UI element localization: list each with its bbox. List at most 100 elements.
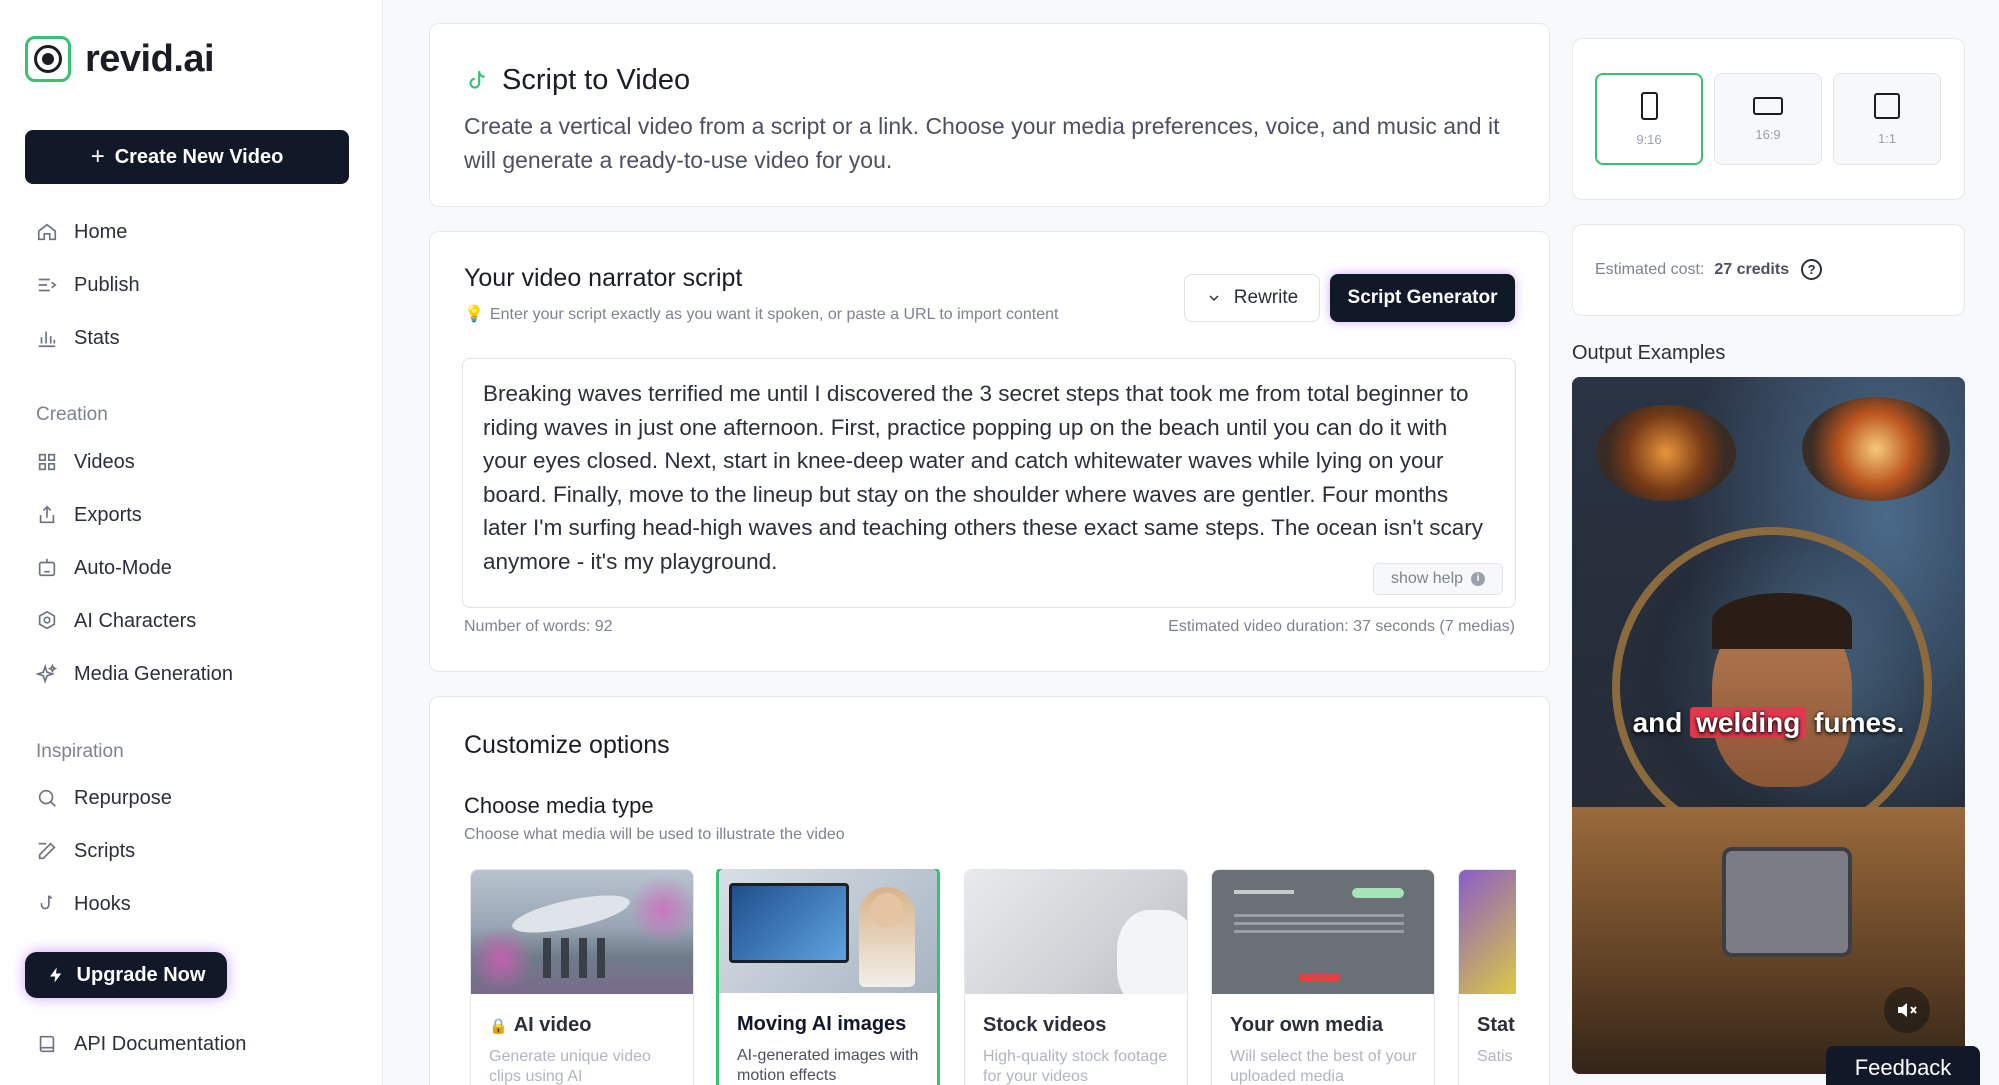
sidebar-item-label: Videos <box>74 450 135 473</box>
aspect-ratio-label: 16:9 <box>1755 126 1781 142</box>
help-icon[interactable]: ? <box>1801 259 1823 280</box>
section-label-creation: Creation <box>36 404 108 425</box>
estimated-cost-label: Estimated cost: <box>1595 260 1705 278</box>
sparkles-icon <box>36 663 58 685</box>
sidebar-item-scripts[interactable]: Scripts <box>36 836 135 866</box>
media-option-name: Stati <box>1477 1014 1516 1036</box>
media-option-desc: Will select the best of your uploaded me… <box>1230 1048 1417 1085</box>
square-icon <box>1874 92 1900 119</box>
info-icon: i <box>1471 572 1486 586</box>
estimated-cost-card: Estimated cost: 27 credits ? <box>1572 224 1965 316</box>
brand[interactable]: revid.ai <box>25 36 215 82</box>
create-new-video-label: Create New Video <box>114 145 284 168</box>
media-option-your-own-media[interactable]: Your own media Will select the best of y… <box>1211 869 1435 1085</box>
grid-icon <box>36 451 58 473</box>
tiktok-icon <box>469 70 485 89</box>
edit-icon <box>36 840 58 862</box>
sidebar-item-label: Exports <box>74 503 142 526</box>
sidebar-item-api-documentation[interactable]: API Documentation <box>36 1029 246 1059</box>
media-option-desc: Generate unique video clips using AI <box>489 1048 651 1085</box>
intro-card: Script to Video Create a vertical video … <box>429 23 1550 207</box>
sidebar-item-auto-mode[interactable]: Auto-Mode <box>36 553 172 583</box>
output-example-video[interactable]: and welding fumes. <box>1572 377 1965 1074</box>
script-hint-text: Enter your script exactly as you want it… <box>489 306 1059 323</box>
script-textarea[interactable]: Breaking waves terrified me until I disc… <box>462 358 1516 608</box>
sidebar-item-label: Media Generation <box>74 662 233 685</box>
landscape-icon <box>1753 96 1783 115</box>
lightbulb-icon: 💡 <box>464 306 484 323</box>
aspect-ratio-label: 9:16 <box>1636 131 1662 147</box>
sidebar-item-label: AI Characters <box>74 609 197 632</box>
astronaut-hair <box>1712 593 1852 649</box>
sidebar-item-label: Publish <box>74 273 140 296</box>
estimated-cost: Estimated cost: 27 credits ? <box>1595 259 1823 280</box>
section-label-inspiration: Inspiration <box>36 741 124 762</box>
aspect-ratio-label: 1:1 <box>1877 130 1897 146</box>
output-examples-label: Output Examples <box>1572 342 1726 364</box>
mute-button[interactable] <box>1884 987 1930 1033</box>
chevron-down-icon <box>1209 295 1219 302</box>
rewrite-button[interactable]: Rewrite <box>1184 274 1320 322</box>
ai-video-thumbnail <box>471 870 693 994</box>
aspect-ratio-1-1-button[interactable]: 1:1 <box>1833 73 1941 165</box>
sidebar-item-label: Home <box>74 220 128 243</box>
create-new-video-button[interactable]: + Create New Video <box>25 130 349 184</box>
stats-icon <box>36 327 58 349</box>
sidebar-item-label: Hooks <box>74 892 131 915</box>
auto-mode-icon <box>36 557 58 579</box>
lightning-icon <box>49 967 61 983</box>
volume-mute-icon <box>1898 1003 1917 1017</box>
show-help-button[interactable]: show help i <box>1373 563 1503 595</box>
media-option-desc: AI-generated images with motion effects <box>737 1047 919 1084</box>
book-icon <box>36 1033 58 1055</box>
script-generator-button[interactable]: Script Generator <box>1330 274 1515 322</box>
script-card: Your video narrator script 💡 Enter your s… <box>429 231 1550 672</box>
aspect-ratio-9-16-button[interactable]: 9:16 <box>1595 73 1703 165</box>
sidebar-item-exports[interactable]: Exports <box>36 500 142 530</box>
suit-panel <box>1722 847 1852 957</box>
media-option-moving-ai-images[interactable]: Moving AI images AI-generated images wit… <box>716 869 940 1085</box>
intro-description: Create a vertical video from a script or… <box>464 113 1500 173</box>
caption-highlight: welding <box>1690 707 1807 738</box>
media-type-heading: Choose media type <box>464 793 654 818</box>
sidebar-item-publish[interactable]: Publish <box>36 270 140 300</box>
upgrade-label: Upgrade Now <box>76 963 206 986</box>
media-type-options: 🔒 AI video Generate unique video clips us… <box>470 869 1516 1085</box>
brand-name: revid.ai <box>85 37 215 80</box>
media-option-ai-video[interactable]: 🔒 AI video Generate unique video clips us… <box>470 869 694 1085</box>
thought-bubble-right <box>1802 397 1950 501</box>
sidebar-item-label: Scripts <box>74 839 136 862</box>
upgrade-now-button[interactable]: Upgrade Now <box>25 952 227 998</box>
script-heading: Your video narrator script <box>464 264 743 292</box>
media-option-desc: High-quality stock footage for your vide… <box>983 1048 1168 1085</box>
media-type-description: Choose what media will be used to illust… <box>464 826 845 843</box>
sidebar-item-hooks[interactable]: Hooks <box>36 889 131 919</box>
sidebar-item-home[interactable]: Home <box>36 217 127 247</box>
sidebar-item-repurpose[interactable]: Repurpose <box>36 783 172 813</box>
sidebar-item-label: API Documentation <box>74 1032 247 1055</box>
revid-logo-icon <box>25 36 71 82</box>
customize-heading: Customize options <box>464 731 670 759</box>
lock-icon: 🔒 <box>489 1017 508 1035</box>
media-option-name: Your own media <box>1230 1014 1383 1036</box>
feedback-button[interactable]: Feedback <box>1826 1046 1980 1085</box>
media-option-stock-videos[interactable]: Stock videos High-quality stock footage … <box>964 869 1188 1085</box>
sidebar-item-stats[interactable]: Stats <box>36 323 120 353</box>
search-icon <box>36 787 58 809</box>
your-own-media-thumbnail <box>1212 870 1434 994</box>
sidebar-item-label: Auto-Mode <box>74 556 172 579</box>
sidebar-item-ai-characters[interactable]: AI Characters <box>36 606 196 636</box>
portrait-icon <box>1640 91 1658 120</box>
sidebar-item-label: Repurpose <box>74 786 172 809</box>
media-option-static[interactable]: Stati Satis grab <box>1458 869 1516 1085</box>
sidebar-item-videos[interactable]: Videos <box>36 447 135 477</box>
intro-title-row: Script to Video <box>464 64 690 97</box>
aspect-ratio-16-9-button[interactable]: 16:9 <box>1714 73 1822 165</box>
sidebar: revid.ai + Create New Video Home Publish… <box>0 0 383 1085</box>
estimated-duration: Estimated video duration: 37 seconds (7 … <box>1168 618 1515 635</box>
export-icon <box>36 504 58 526</box>
moving-ai-images-thumbnail <box>719 869 937 993</box>
hook-icon <box>36 893 58 915</box>
sidebar-item-label: Stats <box>74 326 120 349</box>
sidebar-item-media-generation[interactable]: Media Generation <box>36 659 233 689</box>
